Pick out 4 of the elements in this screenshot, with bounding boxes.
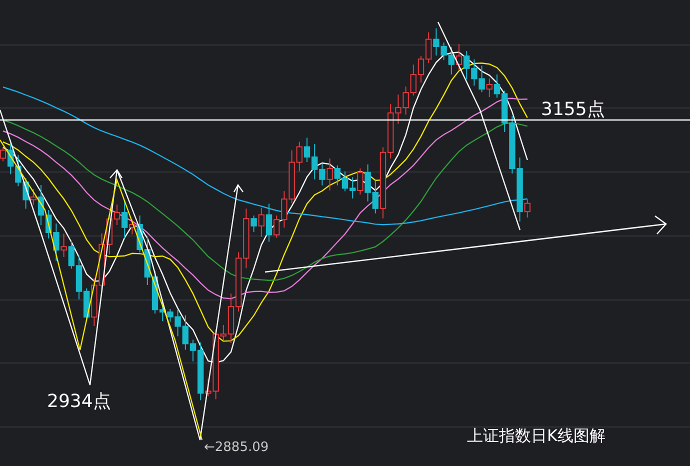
- chart-caption: 上证指数日K线图解: [467, 428, 606, 444]
- low-label: 2934点: [47, 393, 111, 411]
- low-price-label: ←2885.09: [204, 441, 269, 454]
- resistance-label: 3155点: [541, 101, 605, 119]
